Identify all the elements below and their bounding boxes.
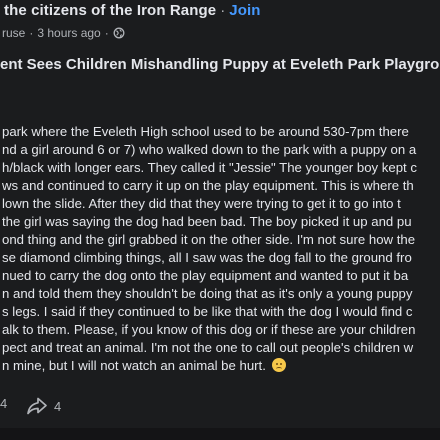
post-footer: 4 4 [0, 396, 61, 415]
post-body-line: pect and treat an animal. I'm not the on… [2, 340, 414, 355]
sad-face-emoji-icon [271, 358, 286, 372]
bottom-divider [0, 428, 440, 440]
group-name-link[interactable]: the citizens of the Iron Range [4, 2, 216, 19]
post-body-line: ws and continued to carry it up on the p… [2, 178, 414, 193]
author-name-link[interactable]: ruse [2, 26, 25, 40]
post-body-line: ond thing and the girl grabbed it on the… [2, 232, 416, 247]
post-body-line: nued to carry the dog onto the play equi… [2, 268, 409, 283]
post-body-line: se diamond climbing things, all I saw wa… [2, 250, 412, 265]
share-arrow-icon [26, 396, 48, 416]
post-body-line: h/black with longer ears. They called it… [2, 160, 417, 175]
post-body-line: lown the slide. After they did that they… [2, 196, 401, 211]
post-body-line-last: n mine, but I will not watch an animal b… [2, 357, 286, 375]
post-title: ent Sees Children Mishandling Puppy at E… [0, 56, 440, 73]
post-body-line: alk to them. Please, if you know of this… [2, 322, 416, 337]
post-body-line: the girl was saying the dog had been bad… [2, 214, 412, 229]
meta-separator: · [29, 26, 34, 40]
post-body-line: park where the Eveleth High school used … [2, 124, 409, 139]
post-body-line: nd a girl around 6 or 7) who walked down… [2, 142, 417, 157]
post-timestamp-link[interactable]: 3 hours ago [37, 26, 100, 40]
join-group-button[interactable]: Join [229, 2, 260, 19]
post-meta: ruse · 3 hours ago · [2, 26, 125, 40]
post-body-line-text: n mine, but I will not watch an animal b… [2, 358, 266, 373]
meta-separator-2: · [104, 26, 109, 40]
share-button[interactable]: 4 [26, 396, 61, 416]
header-separator: · [220, 2, 226, 19]
comment-count[interactable]: 4 [0, 396, 7, 411]
group-header: the citizens of the Iron Range · Join [4, 2, 261, 19]
globe-icon[interactable] [113, 27, 125, 39]
share-count: 4 [54, 398, 62, 414]
post-body-line: s legs. I said if they continued to be l… [2, 304, 413, 319]
post-body-line: n and told them they shouldn't be doing … [2, 286, 413, 301]
